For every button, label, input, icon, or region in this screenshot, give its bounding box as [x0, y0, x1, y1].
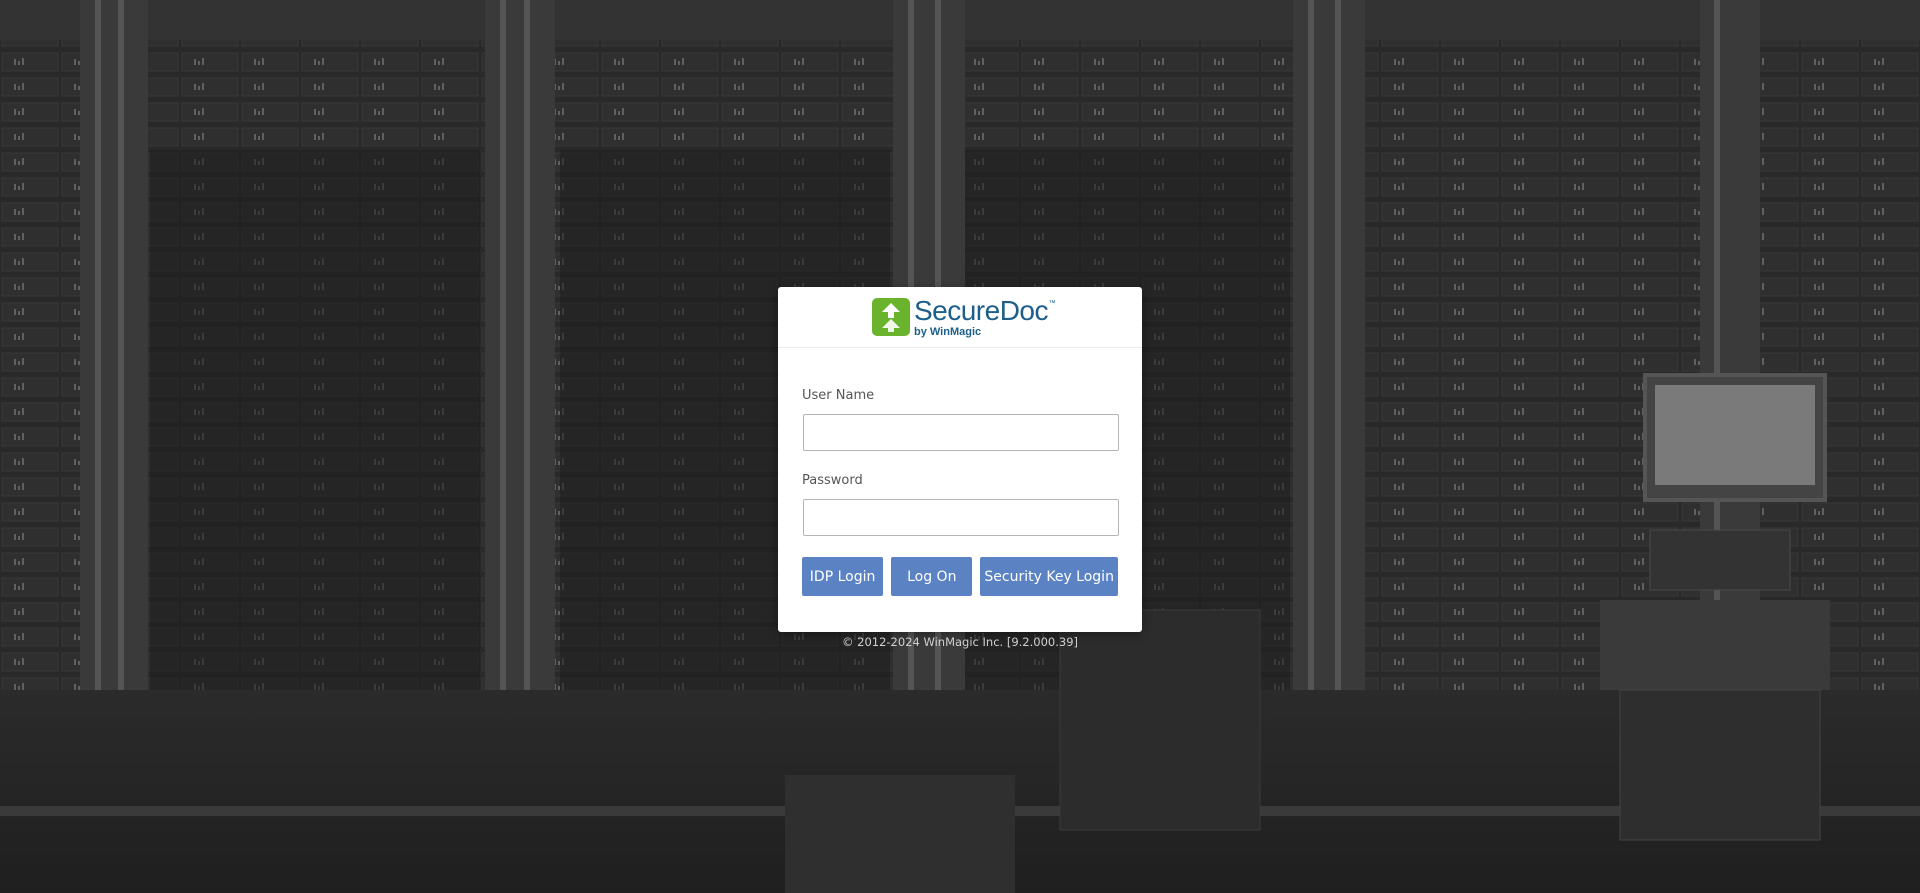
- login-header: SecureDoc ™ by WinMagic: [778, 287, 1142, 348]
- security-key-login-button[interactable]: Security Key Login: [980, 557, 1118, 596]
- securedoc-logo: SecureDoc ™ by WinMagic: [871, 294, 1055, 338]
- username-input[interactable]: [803, 414, 1119, 451]
- copyright-text: © 2012-2024 WinMagic Inc. [9.2.000.39]: [841, 635, 1078, 649]
- password-input[interactable]: [803, 499, 1119, 536]
- login-button-row: IDP Login Log On Security Key Login: [802, 557, 1118, 596]
- idp-login-button[interactable]: IDP Login: [802, 557, 884, 596]
- logo-subtitle-text: by WinMagic: [913, 325, 982, 338]
- login-dialog: SecureDoc ™ by WinMagic User Name Passwor…: [778, 287, 1142, 632]
- logo-brand-text: SecureDoc ™: [913, 294, 1055, 326]
- log-on-button[interactable]: Log On: [891, 557, 973, 596]
- username-label: User Name: [802, 388, 875, 403]
- securedoc-logo-icon: [871, 298, 910, 336]
- login-form: User Name Password IDP Login Log On Secu…: [778, 348, 1142, 596]
- password-label: Password: [802, 473, 863, 488]
